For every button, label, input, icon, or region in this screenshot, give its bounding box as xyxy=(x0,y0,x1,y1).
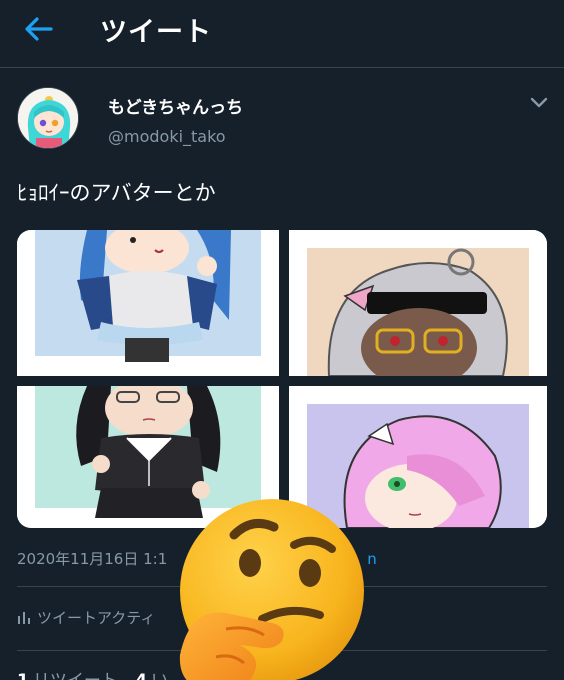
blue-haired-character-image xyxy=(17,230,279,376)
like-label[interactable]: い xyxy=(151,671,168,680)
avatar-image xyxy=(18,88,78,148)
display-name[interactable]: もどきちゃんっち xyxy=(108,93,243,118)
media-image-1[interactable] xyxy=(17,230,279,376)
engagement-stats: 1 リツイート 4い xyxy=(17,666,168,680)
page-title: ツイート xyxy=(100,17,212,48)
silver-haired-character-image xyxy=(289,230,547,376)
thinking-face-emoji-icon xyxy=(170,497,370,680)
media-image-2[interactable] xyxy=(289,230,547,376)
username-handle[interactable]: @modoki_tako xyxy=(108,127,226,146)
more-options-button[interactable] xyxy=(528,94,550,112)
tweet-activity-link[interactable]: ツイートアクティ xyxy=(17,607,155,628)
media-grid xyxy=(17,230,547,528)
retweet-label[interactable]: リツイート xyxy=(33,671,118,680)
back-button[interactable] xyxy=(22,12,56,46)
like-count: 4 xyxy=(135,671,147,680)
chevron-down-icon xyxy=(530,97,548,108)
bar-chart-icon xyxy=(18,612,30,624)
tweet-text: ﾋｮﾛｲｰのアバターとか xyxy=(17,181,216,205)
tweet-activity-label: ツイートアクティ xyxy=(37,609,156,627)
arrow-left-icon xyxy=(25,17,53,41)
retweet-count: 1 xyxy=(17,671,29,680)
header-bar: ツイート xyxy=(0,0,564,58)
header-divider xyxy=(0,67,564,68)
avatar[interactable] xyxy=(17,87,79,149)
